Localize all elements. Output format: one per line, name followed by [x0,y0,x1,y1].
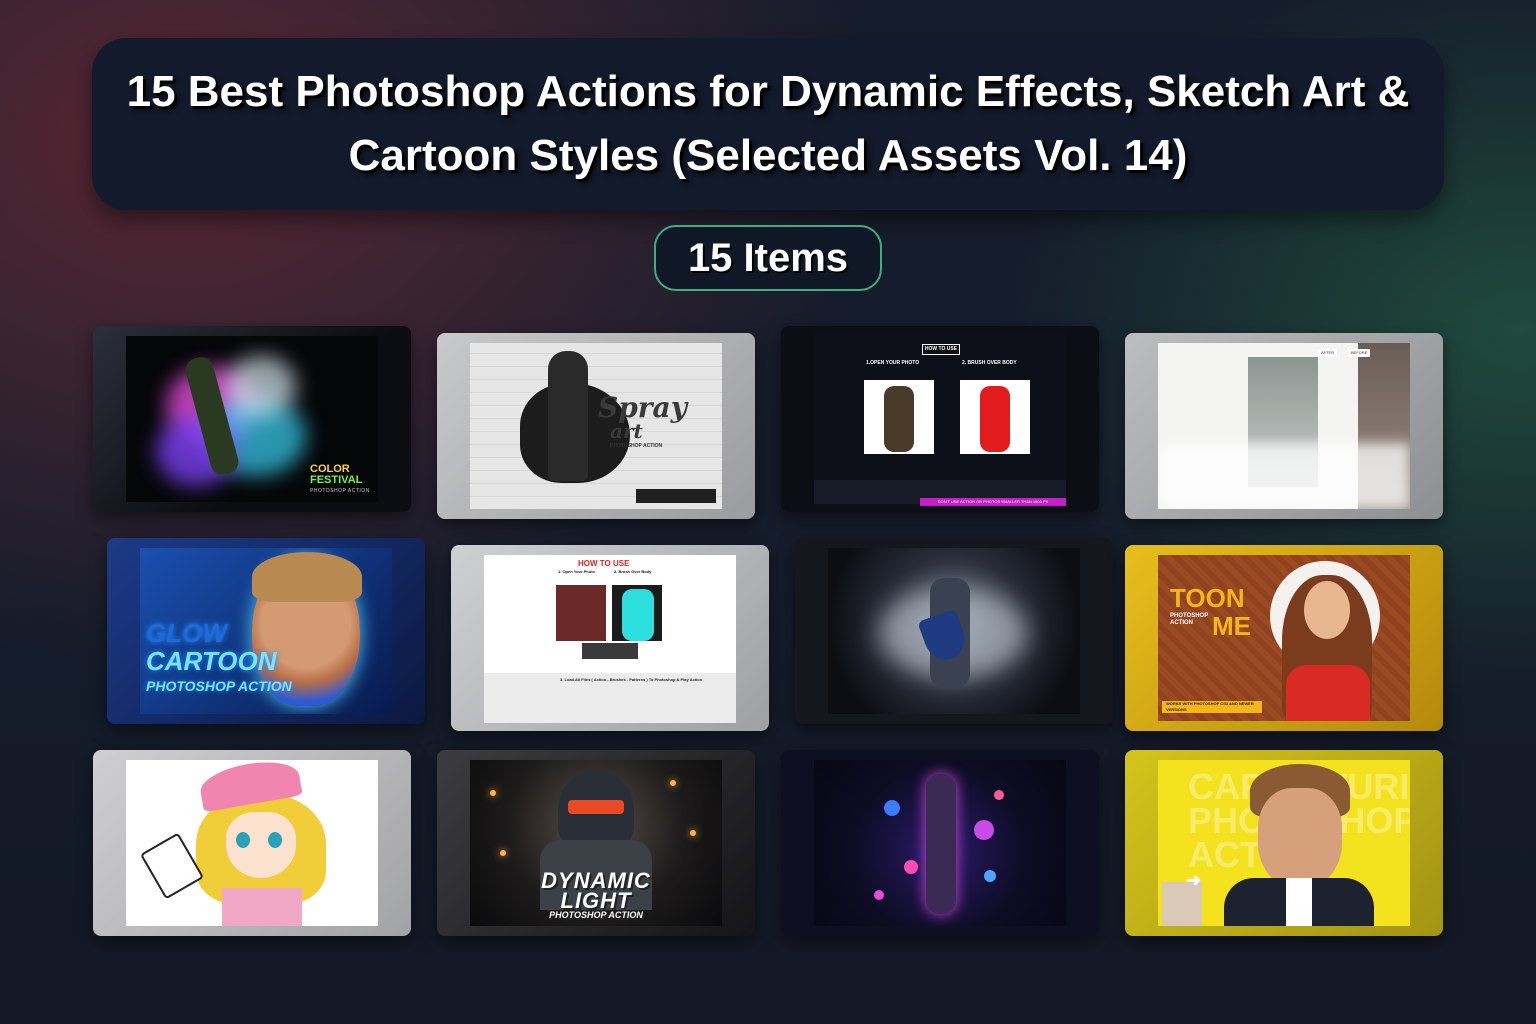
thumb-text: PHOTOSHOP ACTION [1170,613,1209,626]
thumbnail-image: AFTER BEFORE [1158,343,1410,509]
thumb-text: CARTOON [146,646,277,676]
thumb-text: DON'T USE ACTION ON PHOTOS SMALLER THAN … [920,498,1066,506]
item-count-badge: 15 Items [654,225,882,291]
thumb-text: BEFORE [1348,349,1371,357]
arrow-icon: ➜ [1186,870,1202,890]
thumbnail-color-festival[interactable]: COLOR FESTIVAL PHOTOSHOP ACTION [93,326,411,512]
thumbnail-image [814,760,1066,926]
man-portrait [1258,788,1342,888]
anime-face [226,812,296,878]
thumbnail-image: DYNAMIC LIGHT PHOTOSHOP ACTION [470,760,722,926]
thumbnail-body-how-to-use[interactable]: HOW TO USE 1. Open Your Photo 2. Brush O… [451,545,769,731]
thumbnail-toon-me[interactable]: TOON PHOTOSHOP ACTION ME WORKS WITH PHOT… [1125,545,1443,731]
thumb-text: PHOTOSHOP ACTION [146,678,292,694]
thumbnail-brush-how-to-use[interactable]: HOW TO USE 1.OPEN YOUR PHOTO 2. BRUSH OV… [781,326,1099,512]
thumb-text: HOW TO USE [578,559,630,568]
item-count-label: 15 Items [687,235,849,280]
thumbnail-spray-art[interactable]: Spray art PHOTOSHOP ACTION [437,333,755,519]
thumbnail-knight-dust[interactable] [795,538,1113,724]
thumb-text: HOW TO USE [922,344,960,355]
thumb-text: PHOTOSHOP ACTION [549,910,643,920]
thumbnail-image: COLOR FESTIVAL PHOTOSHOP ACTION [126,336,378,502]
thumb-text: FESTIVAL [310,474,363,486]
thumb-text: PHOTOSHOP ACTION [310,488,370,494]
thumb-text: 1.OPEN YOUR PHOTO [866,360,920,366]
title-banner: 15 Best Photoshop Actions for Dynamic Ef… [92,38,1444,210]
thumb-text: TOON [1170,583,1245,613]
thumbnail-neon-dancer[interactable] [781,750,1099,936]
page-title: 15 Best Photoshop Actions for Dynamic Ef… [126,67,1410,180]
thumbnail-image: TOON PHOTOSHOP ACTION ME WORKS WITH PHOT… [1158,555,1410,721]
thumbnail-glow-cartoon[interactable]: GLOW CARTOON PHOTOSHOP ACTION [107,538,425,724]
thumbnail-image: CARICATURI PHOTOSHOP ACTION ➜ [1158,760,1410,926]
thumb-text: ME [1212,611,1251,641]
dancer-figure [926,774,956,914]
thumbnail-image: HOW TO USE 1.OPEN YOUR PHOTO 2. BRUSH OV… [814,330,1066,508]
thumbnail-image: HOW TO USE 1. Open Your Photo 2. Brush O… [484,555,736,723]
thumb-text: WORKS WITH PHOTOSHOP CS3 AND NEWER VERSI… [1162,701,1262,713]
thumbnail-image [126,760,378,926]
thumbnail-dynamic-light[interactable]: DYNAMIC LIGHT PHOTOSHOP ACTION [437,750,755,936]
thumb-text: 2. Brush Over Body [614,569,652,574]
thumb-text: PHOTOSHOP ACTION [610,443,663,449]
thumb-text: 1. Open Your Photo [558,569,595,574]
thumbnail-sketch-building[interactable]: AFTER BEFORE [1125,333,1443,519]
woman-portrait [1304,581,1350,639]
thumbnail-anime-sketch[interactable] [93,750,411,936]
thumb-text: AFTER [1318,349,1338,357]
thumbnail-image: Spray art PHOTOSHOP ACTION [470,343,722,509]
thumb-text: art [610,419,643,443]
thumbnail-caricature[interactable]: CARICATURI PHOTOSHOP ACTION ➜ [1125,750,1443,936]
thumb-text: 2. BRUSH OVER BODY [962,360,1017,366]
thumb-text: 3. Load All Files ( Action - Brushes - P… [560,677,703,682]
thumbnail-image [828,548,1080,714]
person-figure [548,351,588,481]
thumbnail-image: GLOW CARTOON PHOTOSHOP ACTION [140,548,392,714]
thumb-text: GLOW [146,618,227,648]
